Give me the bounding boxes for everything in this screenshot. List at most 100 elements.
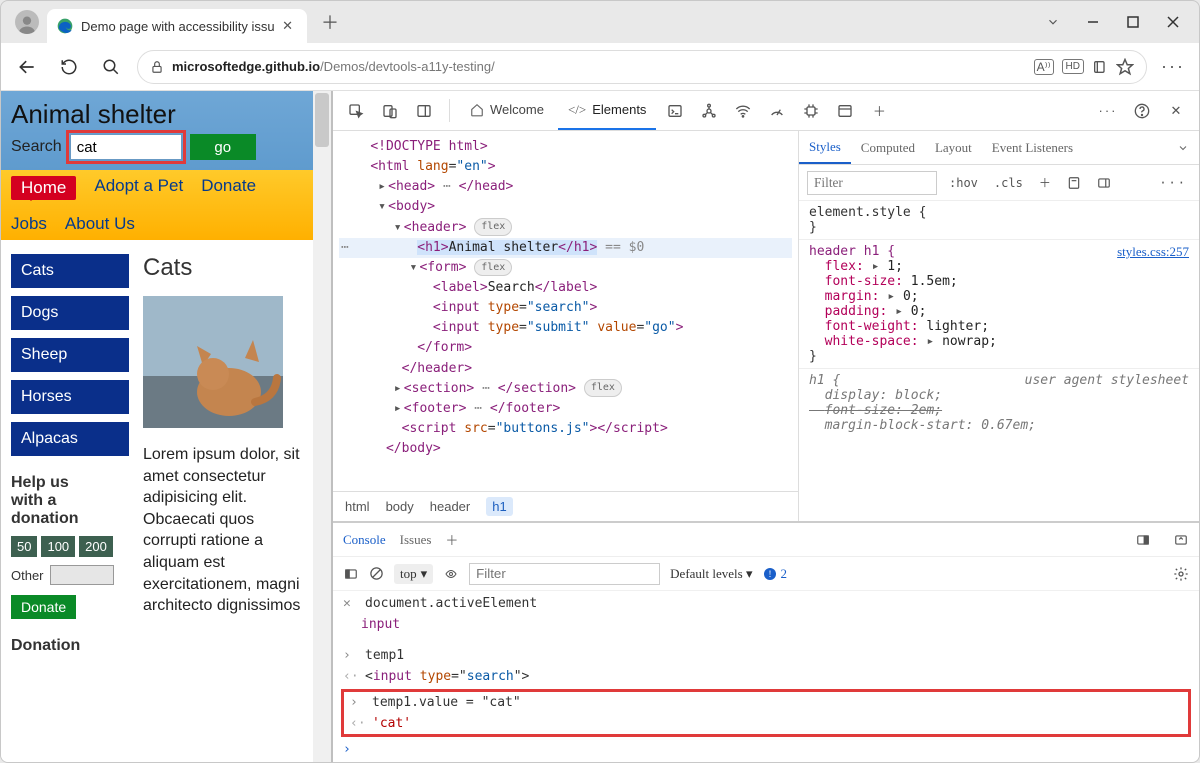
clear-console-icon[interactable] bbox=[369, 566, 384, 581]
devtools-close-icon[interactable]: ✕ bbox=[1161, 91, 1191, 130]
svg-text:!: ! bbox=[768, 569, 771, 579]
device-icon[interactable] bbox=[375, 91, 405, 130]
breadcrumb-item[interactable]: body bbox=[386, 499, 414, 514]
breadcrumb-item[interactable]: header bbox=[430, 499, 470, 514]
window-maximize-button[interactable] bbox=[1113, 5, 1153, 39]
read-aloud-icon[interactable]: A⁾⁾ bbox=[1034, 59, 1054, 75]
reload-button[interactable] bbox=[53, 51, 85, 83]
search-box-wrap bbox=[70, 134, 182, 160]
drawer-tab-issues[interactable]: Issues bbox=[400, 532, 432, 548]
console-tab-icon[interactable] bbox=[660, 91, 690, 130]
drawer-tab-console[interactable]: Console bbox=[343, 532, 386, 548]
hd-icon[interactable]: HD bbox=[1062, 59, 1084, 74]
chevron-down-icon[interactable] bbox=[1167, 131, 1199, 164]
console-filter-input[interactable] bbox=[469, 563, 660, 585]
nav-jobs[interactable]: Jobs bbox=[11, 214, 47, 234]
stylesheet-link[interactable]: styles.css:257 bbox=[1117, 244, 1189, 260]
sidebar-item[interactable]: Sheep bbox=[11, 338, 129, 372]
memory-icon[interactable] bbox=[796, 91, 826, 130]
performance-icon[interactable] bbox=[762, 91, 792, 130]
go-button[interactable]: go bbox=[190, 134, 256, 160]
sidebar-item[interactable]: Horses bbox=[11, 380, 129, 414]
application-icon[interactable] bbox=[830, 91, 860, 130]
live-expression-icon[interactable] bbox=[443, 568, 459, 580]
donation-chip[interactable]: 50 bbox=[11, 536, 37, 557]
window-close-button[interactable] bbox=[1153, 5, 1193, 39]
donation-chip[interactable]: 200 bbox=[79, 536, 113, 557]
favorite-icon[interactable] bbox=[1116, 58, 1134, 76]
other-amount-input[interactable] bbox=[50, 565, 114, 585]
browser-tab[interactable]: Demo page with accessibility issu ✕ bbox=[47, 9, 307, 43]
donate-button[interactable]: Donate bbox=[11, 595, 76, 619]
tab-close-icon[interactable]: ✕ bbox=[278, 18, 297, 34]
nav-about[interactable]: About Us bbox=[65, 214, 135, 234]
nav-home[interactable]: Home bbox=[11, 176, 76, 200]
styles-tab-event[interactable]: Event Listeners bbox=[982, 131, 1083, 164]
panel-icon[interactable] bbox=[409, 91, 439, 130]
expand-icon[interactable] bbox=[1173, 533, 1189, 547]
profile-avatar[interactable] bbox=[15, 10, 39, 34]
styles-more-icon[interactable]: ··· bbox=[1155, 176, 1191, 190]
plus-icon[interactable]: ＋ bbox=[864, 91, 894, 130]
close-icon[interactable]: ✕ bbox=[343, 596, 357, 611]
collections-icon[interactable] bbox=[1092, 59, 1108, 75]
styles-tab-computed[interactable]: Computed bbox=[851, 131, 925, 164]
search-input[interactable] bbox=[70, 134, 182, 160]
sidebar-toggle-icon[interactable] bbox=[343, 567, 359, 581]
main-content: Cats Lorem ipsum dolor, sit amet consect… bbox=[143, 254, 303, 663]
styles-tab-layout[interactable]: Layout bbox=[925, 131, 982, 164]
url-domain: microsoftedge.github.io bbox=[172, 59, 320, 74]
tab-elements[interactable]: </>Elements bbox=[558, 91, 656, 130]
console-output[interactable]: ✕document.activeElement input ›temp1 ‹· … bbox=[333, 591, 1199, 762]
titlebar: Demo page with accessibility issu ✕ ＋ bbox=[1, 1, 1199, 43]
styles-filter-input[interactable] bbox=[807, 171, 937, 195]
log-levels[interactable]: Default levels ▾ bbox=[670, 566, 752, 582]
new-tab-button[interactable]: ＋ bbox=[313, 5, 347, 39]
sidebar-item[interactable]: Alpacas bbox=[11, 422, 129, 456]
window-minimize-button[interactable] bbox=[1073, 5, 1113, 39]
devtools-more-icon[interactable]: ··· bbox=[1093, 91, 1123, 130]
donation-heading: Help us with a donation bbox=[11, 474, 129, 528]
sidebar-item[interactable]: Cats bbox=[11, 254, 129, 288]
other-label: Other bbox=[11, 568, 44, 583]
edge-favicon bbox=[57, 18, 73, 34]
computed-icon[interactable] bbox=[1063, 176, 1085, 190]
breadcrumb-item[interactable]: html bbox=[345, 499, 370, 514]
network-icon[interactable] bbox=[728, 91, 758, 130]
nav-donate[interactable]: Donate bbox=[201, 176, 256, 200]
breadcrumb-item-selected[interactable]: h1 bbox=[486, 497, 512, 516]
address-bar[interactable]: microsoftedge.github.io/Demos/devtools-a… bbox=[137, 50, 1147, 84]
new-style-icon[interactable]: ＋ bbox=[1035, 174, 1055, 191]
dom-tree[interactable]: <!DOCTYPE html> <html lang="en"> ▸<head>… bbox=[333, 131, 798, 491]
search-icon[interactable] bbox=[95, 51, 127, 83]
inspect-icon[interactable] bbox=[341, 91, 371, 130]
issues-badge[interactable]: !2 bbox=[763, 566, 788, 582]
lorem-text: Lorem ipsum dolor, sit amet consectetur … bbox=[143, 444, 303, 617]
settings-icon[interactable] bbox=[1173, 566, 1189, 582]
hov-toggle[interactable]: :hov bbox=[945, 176, 982, 190]
more-button[interactable]: ··· bbox=[1157, 51, 1189, 83]
demo-page-viewport: Animal shelter Search go Home Adopt a Pe… bbox=[1, 91, 313, 762]
page-title: Animal shelter bbox=[11, 99, 303, 130]
tab-welcome[interactable]: Welcome bbox=[460, 91, 554, 130]
sources-icon[interactable] bbox=[694, 91, 724, 130]
context-selector[interactable]: top ▾ bbox=[394, 564, 433, 584]
nav-adopt[interactable]: Adopt a Pet bbox=[94, 176, 183, 200]
content-area: Animal shelter Search go Home Adopt a Pe… bbox=[1, 91, 1199, 762]
plus-icon[interactable]: ＋ bbox=[445, 530, 458, 549]
help-icon[interactable] bbox=[1127, 91, 1157, 130]
drawer-tabs: Console Issues ＋ bbox=[333, 523, 1199, 557]
styles-rules[interactable]: element.style { } styles.css:257header h… bbox=[799, 201, 1199, 521]
cls-toggle[interactable]: .cls bbox=[990, 176, 1027, 190]
sidebar-item[interactable]: Dogs bbox=[11, 296, 129, 330]
styles-filter-row: :hov .cls ＋ ··· bbox=[799, 165, 1199, 201]
back-button[interactable] bbox=[11, 51, 43, 83]
breadcrumb[interactable]: html body header h1 bbox=[333, 491, 798, 521]
styles-tab-styles[interactable]: Styles bbox=[799, 131, 851, 164]
toggle-panel-icon[interactable] bbox=[1093, 176, 1115, 190]
lock-icon bbox=[150, 60, 164, 74]
donation-chip[interactable]: 100 bbox=[41, 536, 75, 557]
chevron-down-icon[interactable] bbox=[1033, 5, 1073, 39]
dock-icon[interactable] bbox=[1135, 533, 1151, 547]
page-scrollbar[interactable] bbox=[313, 91, 331, 762]
